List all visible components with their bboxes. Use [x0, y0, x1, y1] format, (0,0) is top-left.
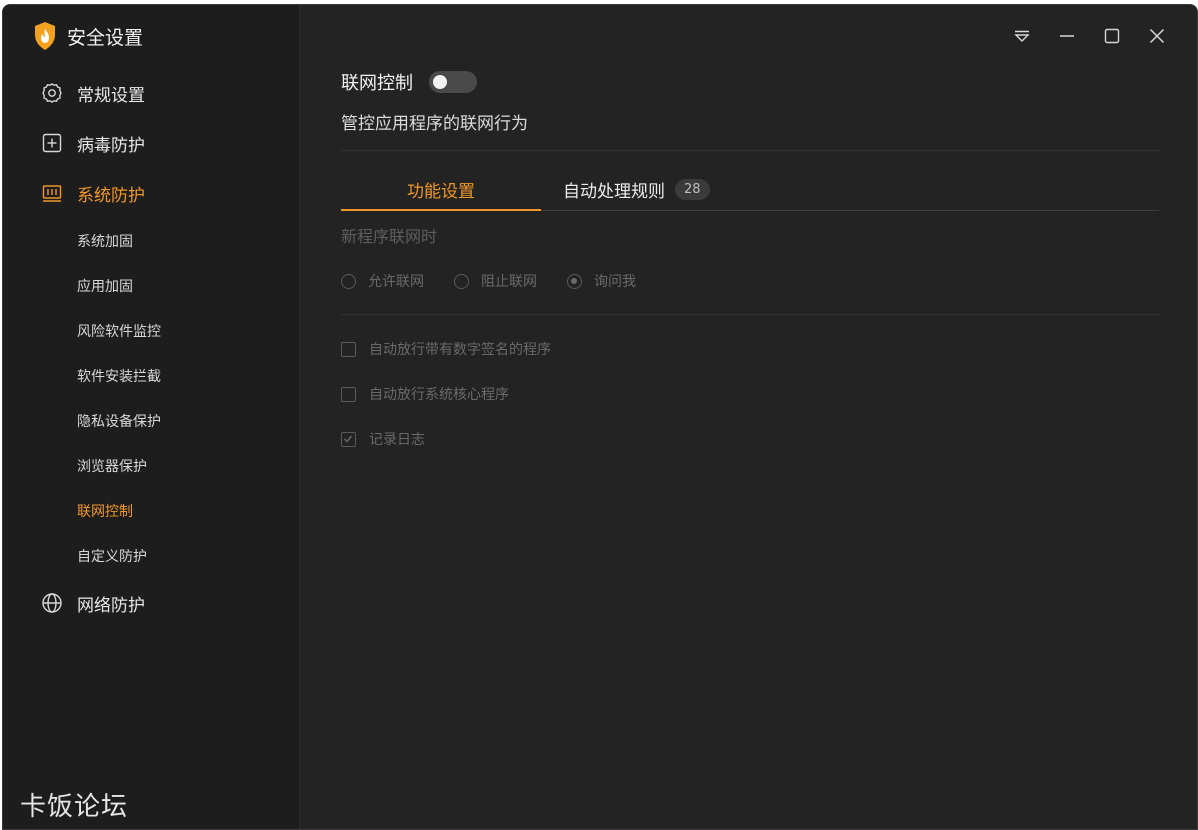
network-control-toggle[interactable]	[429, 71, 477, 93]
radio-label: 阻止联网	[481, 274, 537, 290]
gear-icon	[41, 82, 63, 104]
system-protect-icon	[41, 182, 63, 204]
checkbox-log[interactable]: 记录日志	[341, 429, 425, 449]
page-header: 联网控制	[341, 69, 477, 95]
radio-circle	[341, 273, 356, 289]
checkbox-system-core[interactable]: 自动放行系统核心程序	[341, 384, 509, 404]
radio-circle-selected	[567, 273, 582, 289]
sidebar-item-general[interactable]: 常规设置	[3, 68, 300, 118]
sidebar-item-label: 系统防护	[77, 185, 145, 206]
maximize-button[interactable]	[1089, 23, 1134, 49]
sidebar-item-virus[interactable]: 病毒防护	[3, 118, 300, 168]
sidebar-nav: 常规设置 病毒防护 系统防护 系统加固 应用加固 风险软件监控 软件安装拦截 隐…	[3, 68, 300, 628]
checkbox-box-checked	[341, 431, 356, 447]
section-label: 新程序联网时	[341, 227, 438, 246]
sidebar-subitem-system-hardening[interactable]: 系统加固	[3, 218, 300, 263]
radio-block[interactable]: 阻止联网	[454, 271, 537, 291]
app-title: 安全设置	[33, 19, 143, 53]
sidebar-subitem-install-block[interactable]: 软件安装拦截	[3, 353, 300, 398]
page-title: 联网控制	[341, 73, 413, 94]
minimize-icon	[1059, 35, 1074, 37]
window-controls	[999, 23, 1179, 49]
sidebar: 安全设置 常规设置 病毒防护 系统防护 系统加固 应用加固 风险软件监控 软件安…	[3, 5, 300, 829]
checkmark-icon	[344, 435, 353, 443]
close-button[interactable]	[1134, 23, 1179, 49]
radio-label: 询问我	[594, 274, 636, 290]
minimize-button[interactable]	[1044, 23, 1089, 49]
tab-label: 功能设置	[407, 181, 475, 202]
radio-ask[interactable]: 询问我	[567, 271, 636, 291]
main-panel: 联网控制 管控应用程序的联网行为 功能设置 自动处理规则 28 新程序联网时 允…	[300, 5, 1197, 829]
close-icon	[1149, 28, 1164, 44]
radio-allow[interactable]: 允许联网	[341, 271, 424, 291]
settings-window: 安全设置 常规设置 病毒防护 系统防护 系统加固 应用加固 风险软件监控 软件安…	[2, 4, 1198, 830]
page-subtitle: 管控应用程序的联网行为	[341, 114, 528, 134]
sidebar-item-label: 网络防护	[77, 595, 145, 616]
sidebar-item-system[interactable]: 系统防护	[3, 168, 300, 218]
app-title-text: 安全设置	[67, 26, 144, 49]
sidebar-subitem-custom[interactable]: 自定义防护	[3, 533, 300, 578]
checkbox-box	[341, 386, 356, 402]
shield-flame-icon	[35, 22, 55, 50]
checkbox-box	[341, 341, 356, 357]
menu-dropdown-button[interactable]	[999, 23, 1044, 49]
tab-feature-settings[interactable]: 功能设置	[341, 169, 541, 211]
globe-icon	[41, 592, 63, 614]
checkbox-signed-programs[interactable]: 自动放行带有数字签名的程序	[341, 339, 551, 359]
tab-label: 自动处理规则	[563, 181, 665, 202]
maximize-icon	[1104, 28, 1119, 44]
sidebar-subitem-risk-software[interactable]: 风险软件监控	[3, 308, 300, 353]
header-divider	[341, 150, 1159, 151]
sidebar-subitem-privacy-device[interactable]: 隐私设备保护	[3, 398, 300, 443]
tab-auto-rules[interactable]: 自动处理规则 28	[563, 169, 710, 209]
radio-label: 允许联网	[368, 274, 424, 290]
sidebar-subitem-app-hardening[interactable]: 应用加固	[3, 263, 300, 308]
checkbox-label: 自动放行带有数字签名的程序	[369, 342, 551, 358]
radio-circle	[454, 273, 469, 289]
section-divider	[341, 314, 1159, 315]
plus-box-icon	[41, 132, 63, 154]
tab-bar: 功能设置 自动处理规则 28	[341, 169, 1159, 211]
sidebar-item-label: 病毒防护	[77, 135, 145, 156]
rules-count-badge: 28	[675, 178, 710, 200]
sidebar-subitem-browser[interactable]: 浏览器保护	[3, 443, 300, 488]
new-program-radio-group: 允许联网 阻止联网 询问我	[341, 271, 666, 291]
sidebar-subitem-network-control[interactable]: 联网控制	[3, 488, 300, 533]
toggle-knob	[433, 75, 447, 89]
checkbox-label: 自动放行系统核心程序	[369, 387, 509, 403]
sidebar-item-network[interactable]: 网络防护	[3, 578, 300, 628]
menu-dropdown-icon	[1013, 30, 1030, 42]
sidebar-item-label: 常规设置	[77, 85, 145, 106]
checkbox-label: 记录日志	[369, 432, 425, 448]
watermark: 卡饭论坛	[20, 792, 129, 822]
